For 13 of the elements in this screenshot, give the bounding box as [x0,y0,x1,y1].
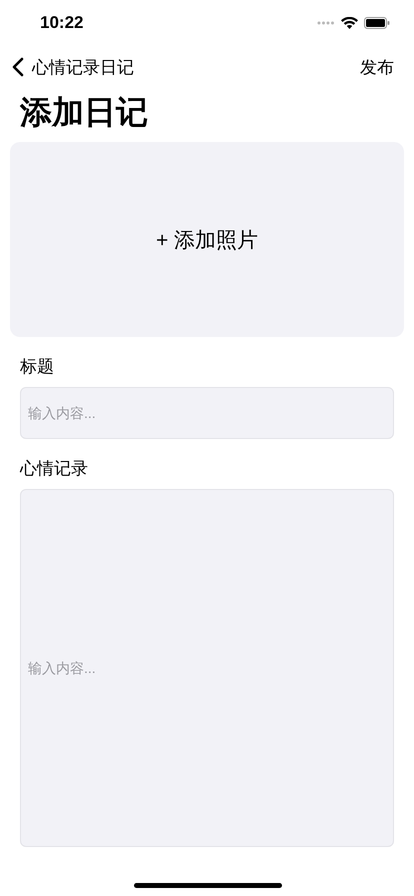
input-field[interactable]: 输入内容... [20,387,394,439]
field-label: 心情记录 [20,458,89,480]
battery-icon [364,17,390,29]
page-title: 添加日记 [18,93,149,132]
signal-icon [317,21,335,25]
status-time: 10:22 [40,13,84,33]
field-label: 标题 [20,356,55,378]
back-button[interactable]: 心情记录日记 [12,56,134,78]
publish-button[interactable]: 发布 [360,56,394,78]
wifi-icon [341,17,358,29]
back-chevron-icon [12,57,24,77]
text-area[interactable]: 输入内容... [20,489,394,847]
add-photo-button[interactable]: + 添加照片 [10,142,404,337]
